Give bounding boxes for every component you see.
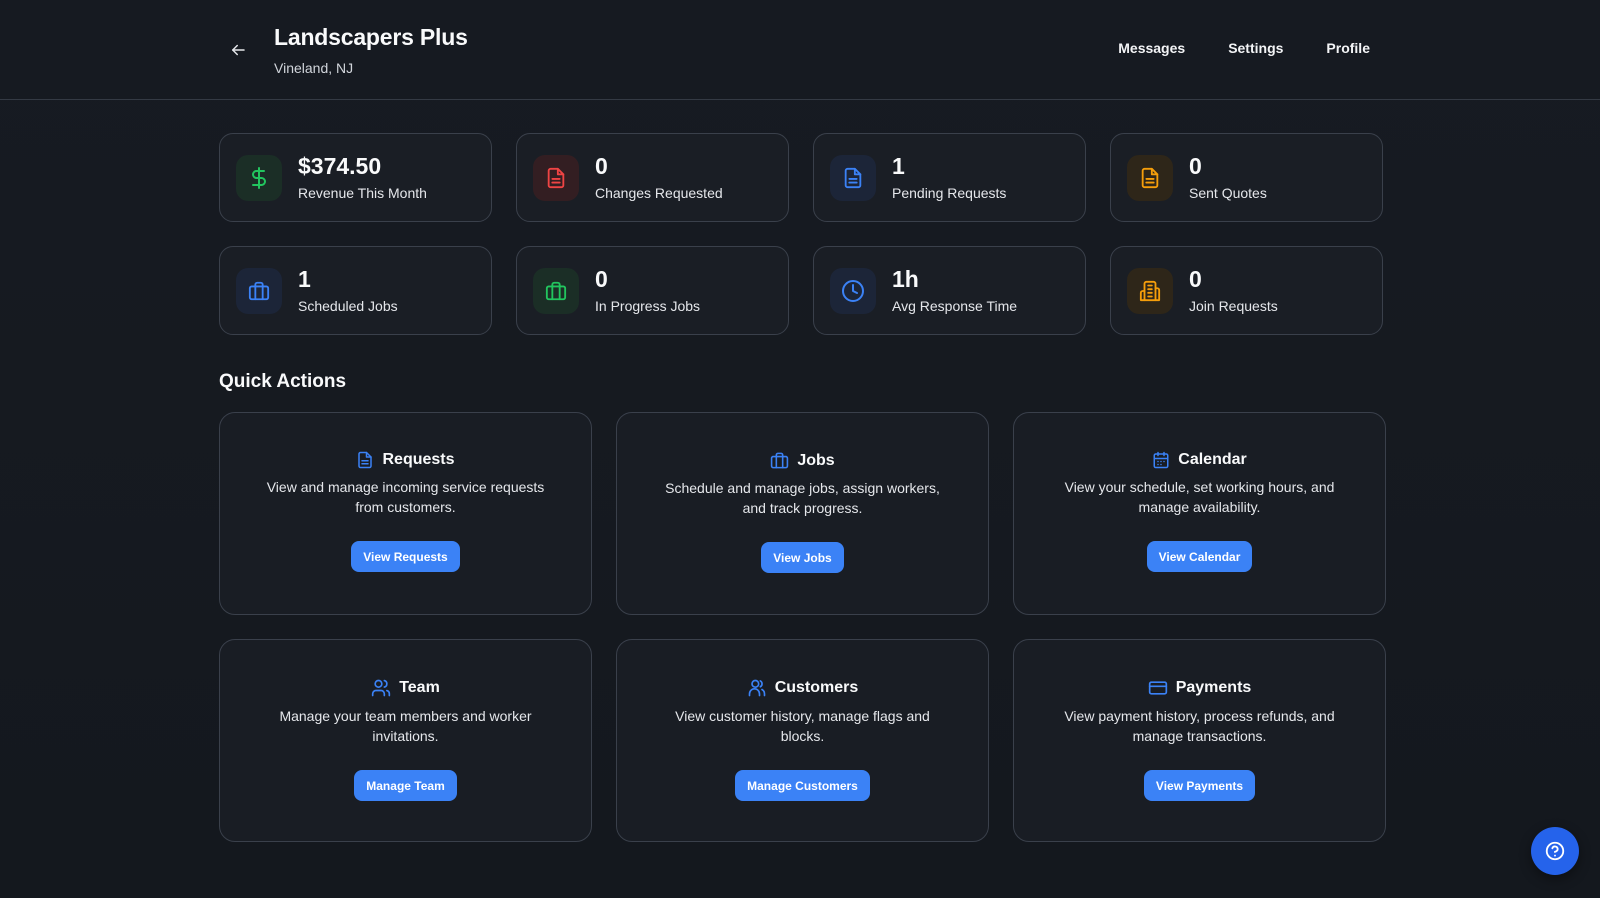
view-requests-button[interactable]: View Requests — [351, 541, 460, 572]
document-icon — [358, 451, 373, 469]
stat-card-scheduled-jobs: 1 Scheduled Jobs — [219, 246, 492, 335]
stat-icon-wrap — [236, 267, 282, 314]
action-description: View your schedule, set working hours, a… — [1064, 479, 1335, 515]
stat-value: 1h — [892, 265, 919, 292]
document-icon — [547, 167, 565, 188]
dashboard-page: Landscapers Plus Vineland, NJ Messages S… — [0, 0, 1600, 898]
stat-card-changes-requested: 0 Changes Requested — [516, 133, 789, 222]
briefcase-icon — [545, 281, 567, 300]
stat-label: Changes Requested — [595, 185, 723, 202]
calendar-icon — [1153, 451, 1169, 469]
stat-label: Avg Response Time — [892, 298, 1018, 315]
action-description: View customer history, manage flags and … — [675, 708, 930, 744]
manage-customers-button[interactable]: Manage Customers — [735, 770, 870, 801]
stat-label: Sent Quotes — [1189, 185, 1267, 202]
credit-card-icon — [1148, 681, 1167, 695]
nav-messages[interactable]: Messages — [1118, 40, 1185, 56]
stat-card-avg-response: 1h Avg Response Time — [813, 246, 1086, 335]
action-card-calendar: Calendar View your schedule, set working… — [1013, 412, 1386, 615]
user-group-icon — [748, 679, 766, 697]
top-nav: Messages Settings Profile — [1118, 40, 1370, 56]
action-title: Calendar — [1178, 451, 1247, 468]
document-icon — [844, 167, 862, 188]
quick-actions-title: Quick Actions — [219, 371, 347, 392]
action-title: Team — [399, 679, 440, 696]
stat-value: 0 — [1189, 265, 1202, 292]
users-icon — [372, 679, 391, 697]
building-icon — [1139, 280, 1161, 301]
stat-label: Revenue This Month — [298, 185, 427, 202]
action-title: Jobs — [797, 451, 835, 469]
stat-value: 1 — [298, 265, 311, 292]
manage-team-button[interactable]: Manage Team — [354, 770, 457, 801]
stat-icon-wrap — [830, 267, 876, 314]
clock-icon — [842, 279, 864, 302]
stat-icon-wrap — [830, 154, 876, 201]
nav-settings[interactable]: Settings — [1228, 40, 1283, 56]
stat-card-join-requests: 0 Join Requests — [1110, 246, 1383, 335]
stat-card-pending-requests: 1 Pending Requests — [813, 133, 1086, 222]
action-card-payments: Payments View payment history, process r… — [1013, 639, 1386, 842]
stats-grid: $374.50 Revenue This Month 0 Changes Req… — [219, 133, 1383, 335]
action-card-requests: Requests View and manage incoming servic… — [219, 412, 592, 615]
stat-value: 1 — [892, 152, 905, 179]
action-description: Schedule and manage jobs, assign workers… — [665, 480, 940, 516]
stat-label: In Progress Jobs — [595, 298, 701, 315]
action-title: Payments — [1175, 679, 1252, 696]
view-payments-button[interactable]: View Payments — [1143, 770, 1256, 801]
top-header: Landscapers Plus Vineland, NJ Messages S… — [0, 0, 1600, 100]
document-icon — [1141, 167, 1159, 188]
quick-actions-grid: Requests View and manage incoming servic… — [219, 412, 1386, 842]
help-button[interactable] — [1531, 827, 1579, 875]
stat-label: Scheduled Jobs — [298, 298, 398, 315]
stat-card-revenue: $374.50 Revenue This Month — [219, 133, 492, 222]
stat-icon-wrap — [1127, 267, 1173, 314]
action-description: View and manage incoming service request… — [266, 479, 545, 515]
arrow-left-icon — [232, 44, 245, 56]
business-name: Landscapers Plus — [274, 24, 468, 50]
briefcase-icon — [248, 281, 270, 300]
view-jobs-button[interactable]: View Jobs — [761, 542, 844, 573]
stat-icon-wrap — [236, 154, 282, 201]
back-button[interactable] — [226, 38, 250, 62]
stat-icon-wrap — [533, 154, 579, 201]
help-icon — [1545, 841, 1565, 861]
action-description: Manage your team members and worker invi… — [279, 708, 532, 744]
stat-value: 0 — [595, 152, 608, 179]
dollar-icon — [252, 166, 266, 189]
nav-profile[interactable]: Profile — [1326, 40, 1370, 56]
stat-value: 0 — [1189, 152, 1202, 179]
stat-card-sent-quotes: 0 Sent Quotes — [1110, 133, 1383, 222]
action-title: Requests — [382, 451, 455, 468]
stat-icon-wrap — [533, 267, 579, 314]
briefcase-icon — [771, 452, 789, 469]
action-card-customers: Customers View customer history, manage … — [616, 639, 989, 842]
action-title: Customers — [774, 679, 859, 696]
stat-icon-wrap — [1127, 154, 1173, 201]
action-card-jobs: Jobs Schedule and manage jobs, assign wo… — [616, 412, 989, 615]
stat-value: $374.50 — [298, 152, 382, 179]
view-calendar-button[interactable]: View Calendar — [1146, 541, 1253, 572]
action-card-team: Team Manage your team members and worker… — [219, 639, 592, 842]
stat-label: Join Requests — [1189, 298, 1278, 315]
business-location: Vineland, NJ — [274, 60, 354, 76]
stat-value: 0 — [595, 265, 608, 292]
stat-card-in-progress-jobs: 0 In Progress Jobs — [516, 246, 789, 335]
action-description: View payment history, process refunds, a… — [1064, 708, 1335, 744]
stat-label: Pending Requests — [892, 185, 1007, 202]
